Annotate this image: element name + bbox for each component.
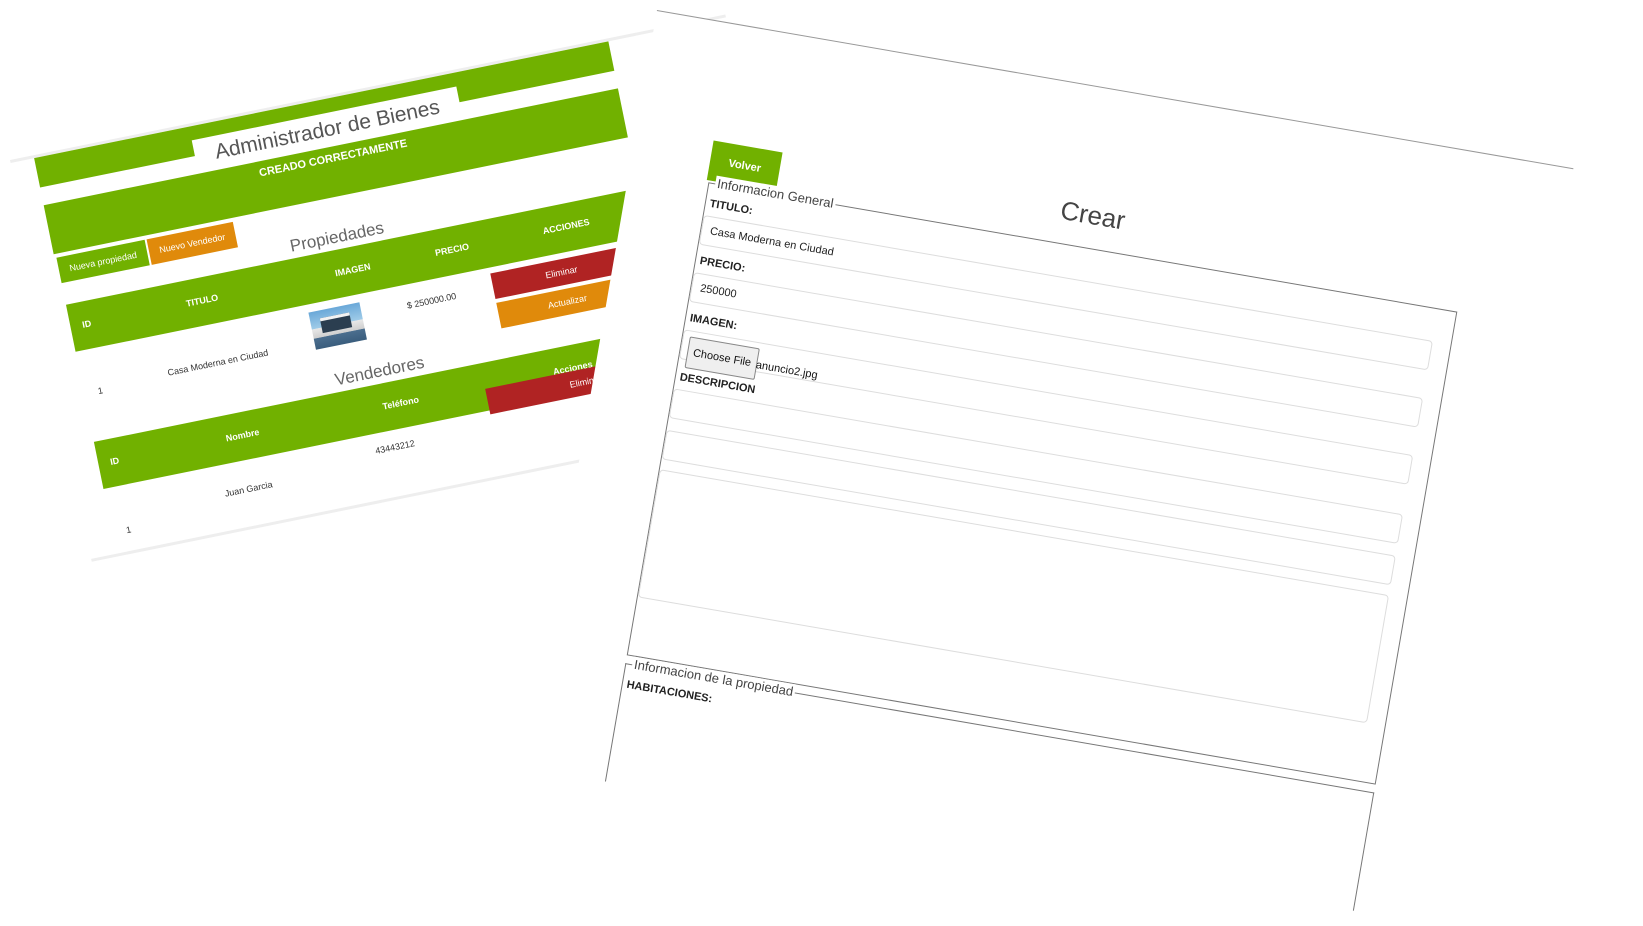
col-acciones: ACCIONES [541, 216, 591, 237]
seller-name: Juan Garcia [223, 479, 274, 499]
col-titulo: TITULO [185, 292, 220, 309]
seller-id: 1 [125, 524, 133, 536]
col-id: ID [109, 455, 121, 467]
col-precio: PRECIO [434, 241, 470, 259]
seller-phone: 43443212 [374, 438, 416, 456]
property-title: Casa Moderna en Ciudad [166, 347, 270, 378]
col-id: ID [81, 318, 93, 330]
create-form-panel: Volver Crear Informacion General TITULO:… [537, 10, 1574, 911]
property-image [308, 302, 367, 350]
titulo-label: TITULO: [708, 197, 754, 218]
file-name: anuncio2.jpg [754, 359, 819, 382]
form-title: Crear [1058, 194, 1128, 236]
col-telefono: Teléfono [381, 394, 420, 412]
property-price: $ 250000.00 [406, 290, 458, 311]
col-imagen: IMAGEN [334, 261, 372, 279]
property-id: 1 [96, 385, 104, 397]
precio-label: PRECIO: [698, 255, 747, 275]
imagen-label: IMAGEN: [689, 312, 739, 333]
col-nombre: Nombre [224, 426, 261, 444]
